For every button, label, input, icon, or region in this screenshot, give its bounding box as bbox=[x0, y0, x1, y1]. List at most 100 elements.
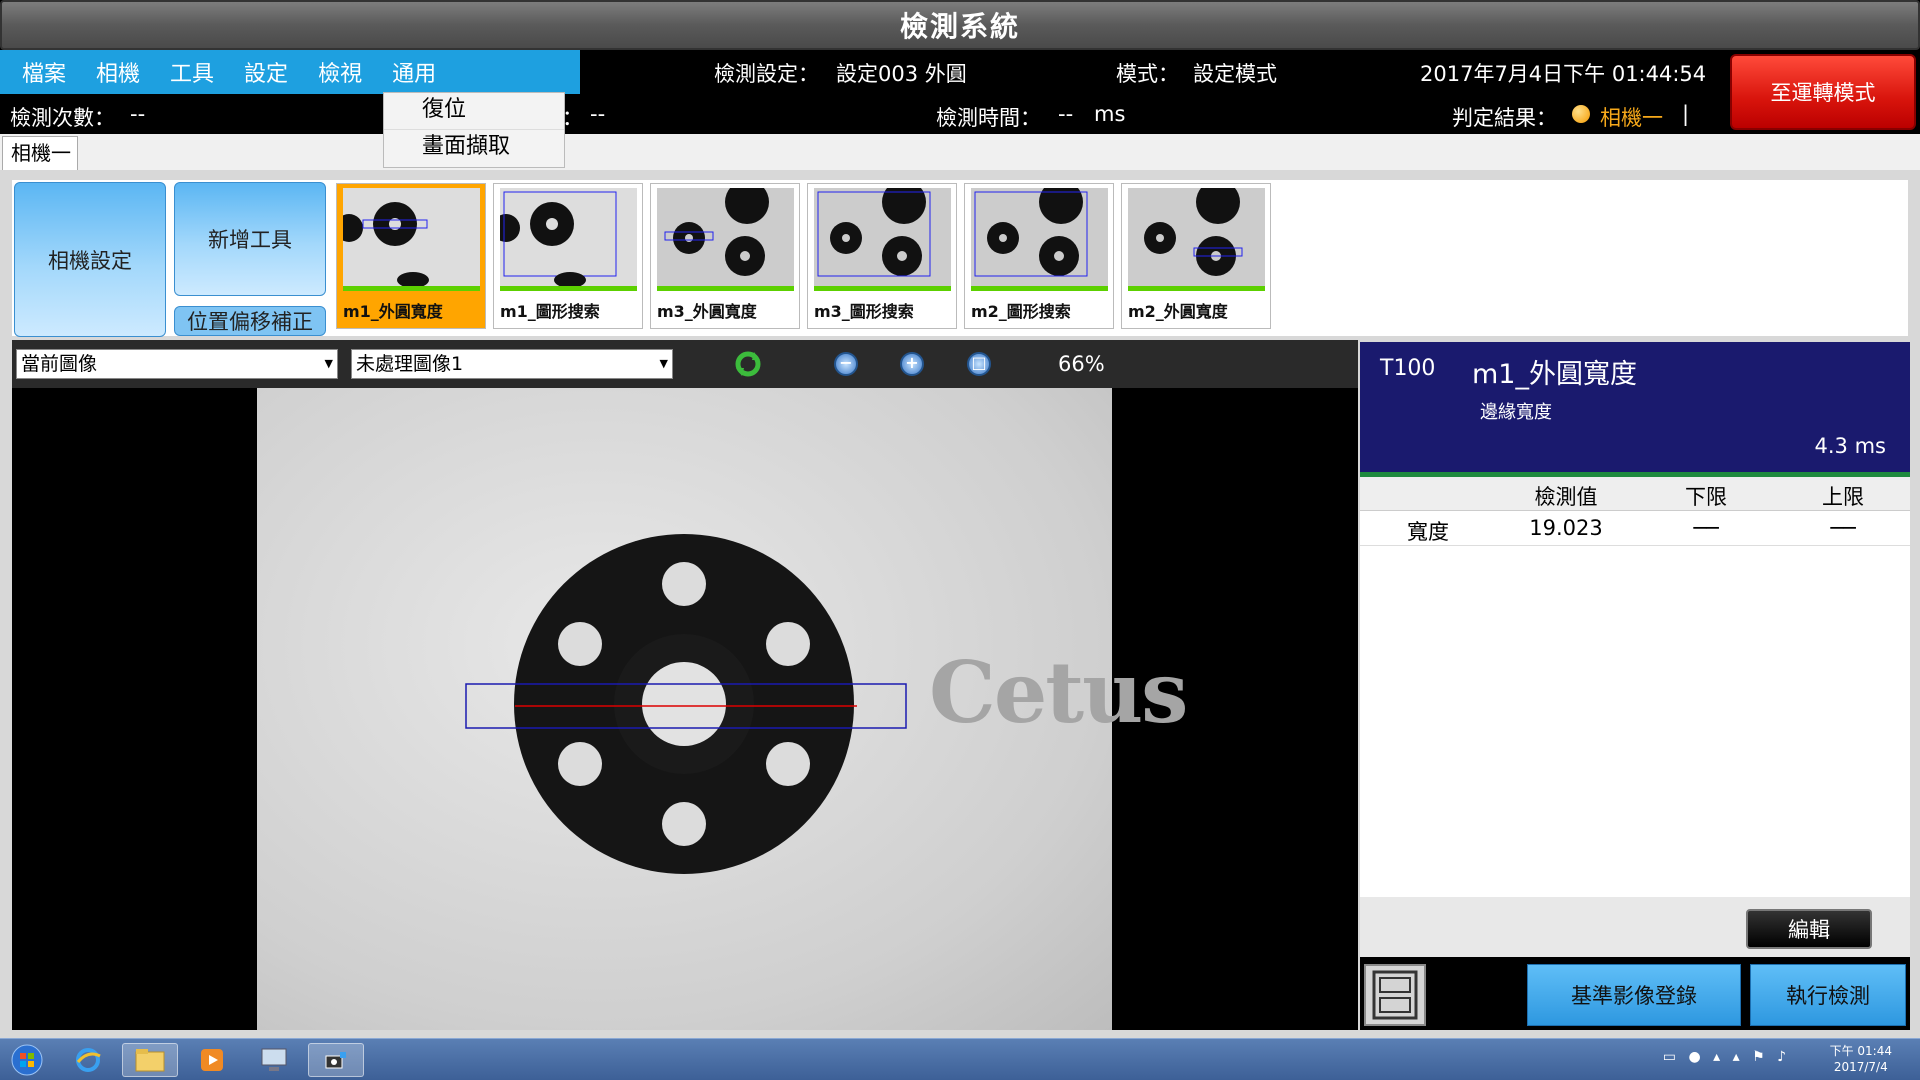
thumbnail-image bbox=[814, 188, 951, 286]
computer-icon[interactable] bbox=[246, 1043, 302, 1077]
thumbnail-status-bar bbox=[343, 286, 480, 291]
mode-label: 模式： bbox=[1116, 62, 1179, 86]
status-bar-top: 檔案 相機 工具 設定 檢視 通用 檢測設定： 設定003 外圓 模式： 設定模… bbox=[0, 50, 1920, 94]
thumbnail-image bbox=[657, 188, 794, 286]
register-reference-button[interactable]: 基準影像登錄 bbox=[1527, 964, 1741, 1026]
table-header-value: 檢測值 bbox=[1534, 485, 1598, 509]
zoom-in-icon[interactable]: + bbox=[900, 352, 924, 376]
media-player-icon[interactable] bbox=[184, 1043, 240, 1077]
thumbnail-label: m1_外圓寬度 bbox=[343, 302, 443, 321]
menu-tools[interactable]: 工具 bbox=[170, 56, 214, 88]
zoom-fit-icon[interactable]: □ bbox=[967, 352, 991, 376]
watermark-text: Cetus bbox=[929, 643, 1188, 742]
app-title: 檢測系統 bbox=[899, 10, 1020, 43]
tool-thumbnail[interactable]: m2_外圓寬度 bbox=[1121, 183, 1271, 329]
chevron-down-icon: ▼ bbox=[324, 357, 333, 370]
table-header-upper: 上限 bbox=[1822, 485, 1864, 509]
clock-time: 下午 01:44 bbox=[1829, 1044, 1892, 1058]
thumbnail-status-bar bbox=[500, 286, 637, 291]
datetime: 2017年7月4日下午 01:44:54 bbox=[1420, 62, 1707, 86]
internet-explorer-icon[interactable] bbox=[60, 1043, 116, 1077]
time-label: 檢測時間： bbox=[936, 106, 1041, 130]
count-label: 檢測次數： bbox=[10, 106, 115, 130]
image-select[interactable]: 當前圖像 ▼ bbox=[16, 349, 338, 379]
time-value: -- bbox=[1058, 102, 1074, 126]
chevron-down-icon: ▼ bbox=[659, 357, 668, 370]
mid-value: -- bbox=[590, 102, 606, 126]
result-tail: | bbox=[1682, 102, 1690, 126]
inspection-app-icon[interactable] bbox=[308, 1043, 364, 1077]
thumbnail-status-bar bbox=[1128, 286, 1265, 291]
row-name: 寬度 bbox=[1407, 520, 1449, 544]
edit-button[interactable]: 編輯 bbox=[1746, 909, 1872, 949]
run-mode-button[interactable]: 至運轉模式 bbox=[1730, 54, 1916, 130]
thumbnail-image bbox=[1128, 188, 1265, 286]
source-select[interactable]: 未處理圖像1 ▼ bbox=[351, 349, 673, 379]
tool-thumbnail[interactable]: m3_外圓寬度 bbox=[650, 183, 800, 329]
count-value: -- bbox=[130, 102, 146, 126]
tool-thumbnail[interactable]: m2_圖形搜索 bbox=[964, 183, 1114, 329]
menu-camera[interactable]: 相機 bbox=[96, 56, 140, 88]
image-control-bar: 當前圖像 ▼ 未處理圖像1 ▼ − + □ 66% bbox=[12, 340, 1358, 388]
thumbnail-label: m3_外圓寬度 bbox=[657, 302, 757, 321]
menu-general[interactable]: 通用 bbox=[392, 56, 436, 88]
add-tool-button[interactable]: 新增工具 bbox=[174, 182, 326, 296]
tool-thumbnail[interactable]: m1_外圓寬度 bbox=[336, 183, 486, 329]
tool-info-header: T100 m1_外圓寬度 邊緣寬度 4.3 ms bbox=[1360, 342, 1910, 472]
thumbnail-status-bar bbox=[814, 286, 951, 291]
general-dropdown-menu: 復位 畫面擷取 bbox=[383, 92, 565, 168]
zoom-out-icon[interactable]: − bbox=[834, 352, 858, 376]
result-label: 判定結果： bbox=[1452, 106, 1557, 130]
film-strip-icon[interactable] bbox=[1364, 964, 1426, 1026]
thumbnail-label: m2_外圓寬度 bbox=[1128, 302, 1228, 321]
start-button-icon[interactable] bbox=[2, 1043, 52, 1077]
zoom-level: 66% bbox=[1058, 352, 1105, 376]
thumbnail-label: m1_圖形搜索 bbox=[500, 302, 600, 321]
camera-setting-button[interactable]: 相機設定 bbox=[14, 182, 166, 337]
tab-camera-1[interactable]: 相機一 bbox=[2, 136, 78, 170]
menu-file[interactable]: 檔案 bbox=[22, 56, 66, 88]
camera-image: Cetus bbox=[257, 388, 1188, 1030]
thumbnail-image bbox=[343, 188, 480, 286]
window-title-bar: 檢測系統 bbox=[0, 0, 1920, 50]
position-offset-button[interactable]: 位置偏移補正 bbox=[174, 306, 326, 336]
result-indicator-icon bbox=[1572, 105, 1590, 123]
thumbnail-image bbox=[971, 188, 1108, 286]
table-row[interactable]: 寬度 19.023 ── ── bbox=[1360, 512, 1910, 546]
source-select-value: 未處理圖像1 bbox=[356, 353, 464, 375]
tool-thumbnail[interactable]: m3_圖形搜索 bbox=[807, 183, 957, 329]
tool-thumbnail[interactable]: m1_圖形搜索 bbox=[493, 183, 643, 329]
tool-name: m1_外圓寬度 bbox=[1472, 359, 1637, 390]
menu-item-reset[interactable]: 復位 bbox=[384, 93, 564, 130]
setting-label: 檢測設定： bbox=[714, 62, 819, 86]
thumbnail-image bbox=[500, 188, 637, 286]
status-bar-bottom: 檢測次數： -- ： -- 檢測時間： -- ms 判定結果： 相機一 | bbox=[0, 94, 1920, 134]
table-header: 檢測值 下限 上限 bbox=[1360, 477, 1910, 511]
execute-inspection-button[interactable]: 執行檢測 bbox=[1750, 964, 1906, 1026]
thumbnail-status-bar bbox=[971, 286, 1108, 291]
system-tray-icon[interactable]: ▭ ● ▴ ▴ ⚑ ♪ bbox=[1663, 1049, 1790, 1065]
taskbar-clock[interactable]: 下午 01:44 2017/7/4 bbox=[1830, 1043, 1892, 1075]
refresh-icon[interactable] bbox=[734, 350, 762, 378]
image-select-value: 當前圖像 bbox=[21, 353, 98, 375]
thumbnail-status-bar bbox=[657, 286, 794, 291]
taskbar: ▭ ● ▴ ▴ ⚑ ♪ 下午 01:44 2017/7/4 bbox=[0, 1038, 1920, 1080]
time-unit: ms bbox=[1094, 102, 1126, 126]
folder-icon[interactable] bbox=[122, 1043, 178, 1077]
clock-date: 2017/7/4 bbox=[1833, 1060, 1888, 1074]
thumbnail-label: m3_圖形搜索 bbox=[814, 302, 914, 321]
mode-value: 設定模式 bbox=[1193, 62, 1277, 86]
menu-settings[interactable]: 設定 bbox=[244, 56, 288, 88]
menu-view[interactable]: 檢視 bbox=[318, 56, 362, 88]
row-lower: ── bbox=[1693, 516, 1719, 540]
menu-item-capture[interactable]: 畫面擷取 bbox=[384, 130, 564, 167]
tool-type: 邊緣寬度 bbox=[1480, 402, 1552, 423]
result-camera: 相機一 bbox=[1600, 106, 1663, 130]
thumbnail-label: m2_圖形搜索 bbox=[971, 302, 1071, 321]
image-viewer[interactable]: Cetus bbox=[12, 388, 1358, 1030]
table-header-lower: 下限 bbox=[1685, 485, 1727, 509]
result-table: 檢測值 下限 上限 寬度 19.023 ── ── bbox=[1360, 477, 1910, 897]
setting-value: 設定003 外圓 bbox=[836, 62, 967, 86]
tool-id: T100 bbox=[1380, 356, 1436, 381]
mid-label: ： bbox=[562, 106, 583, 130]
